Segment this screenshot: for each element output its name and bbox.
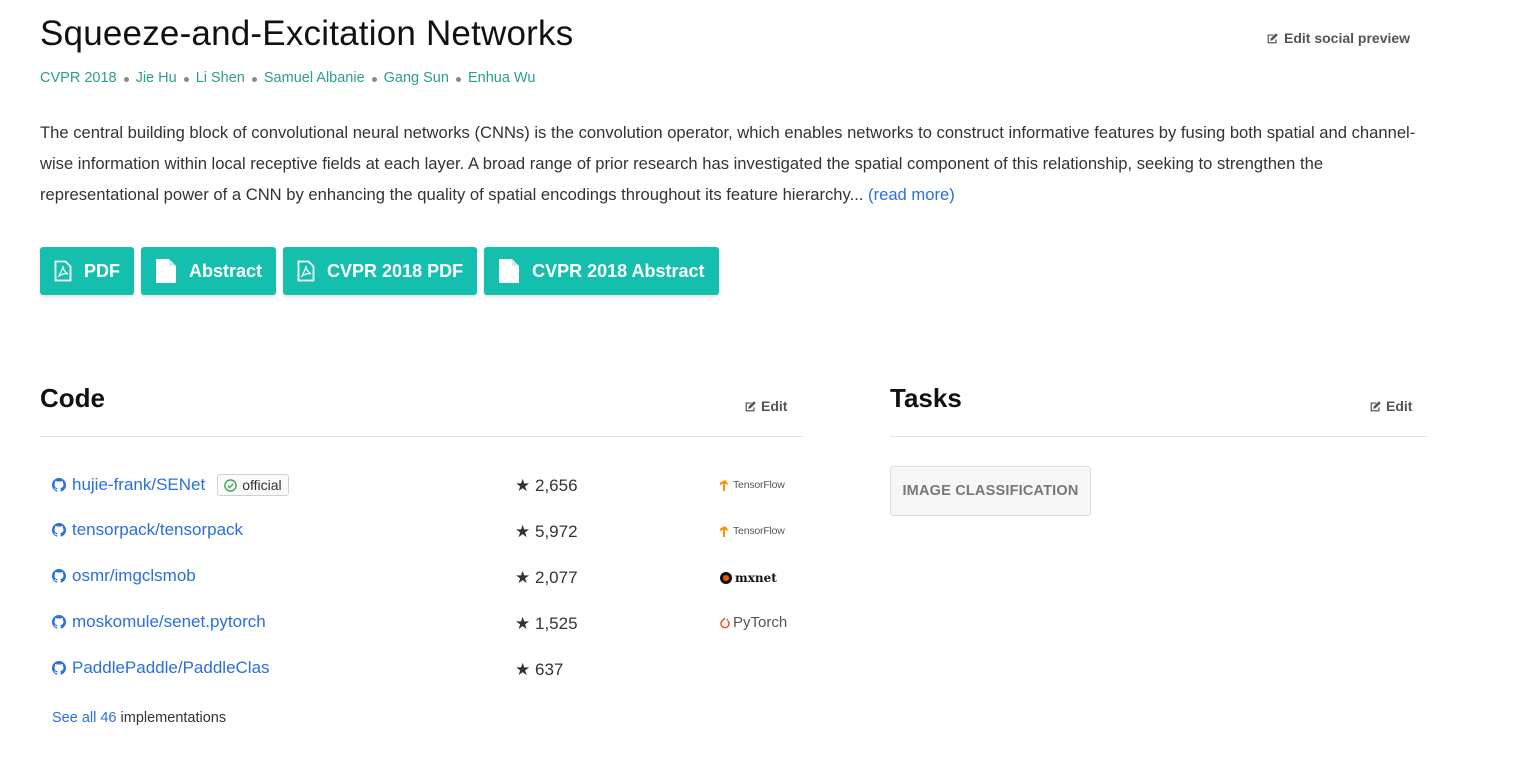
cvpr-abstract-button-label: CVPR 2018 Abstract — [532, 260, 705, 281]
github-icon — [52, 615, 66, 629]
edit-icon — [745, 400, 756, 411]
read-more-link[interactable]: (read more) — [868, 185, 955, 204]
pytorch-icon — [720, 616, 730, 628]
abstract-text: The central building block of convolutio… — [40, 117, 1430, 210]
framework-name: mxnet — [735, 571, 777, 585]
github-icon — [52, 523, 66, 537]
repo-link[interactable]: tensorpack/tensorpack — [52, 520, 243, 540]
repo-name: tensorpack/tensorpack — [72, 520, 244, 539]
star-icon: ★ — [515, 476, 531, 495]
framework-name: PyTorch — [733, 614, 788, 631]
code-implementations-list: hujie-frank/SENet official ★ 2,656 Tenso… — [40, 464, 803, 694]
code-section-title: Code — [40, 383, 105, 413]
framework-logo: TensorFlow — [720, 525, 785, 537]
see-all-suffix: implementations — [116, 710, 227, 726]
tensorflow-icon — [720, 479, 728, 491]
code-row: PaddlePaddle/PaddleClas ★ 637 — [40, 648, 803, 694]
document-icon — [156, 259, 176, 283]
edit-social-preview-button[interactable]: Edit social preview — [1266, 30, 1410, 46]
pdf-icon — [54, 260, 72, 282]
author-link[interactable]: Jie Hu — [136, 70, 177, 86]
tasks-divider — [890, 436, 1427, 437]
repo-link[interactable]: osmr/imgclsmob — [52, 566, 196, 586]
separator-dot — [371, 76, 377, 82]
code-divider — [40, 436, 803, 437]
official-badge: official — [217, 474, 289, 496]
star-count-value: 5,972 — [534, 522, 578, 541]
document-icon — [499, 259, 520, 283]
repo-name: hujie-frank/SENet — [72, 475, 206, 494]
tensorflow-icon — [720, 525, 728, 537]
framework-name: TensorFlow — [733, 525, 785, 537]
repo-link[interactable]: PaddlePaddle/PaddleClas — [52, 658, 270, 678]
repo-name: PaddlePaddle/PaddleClas — [72, 658, 270, 677]
abstract-button-label: Abstract — [189, 260, 263, 281]
abstract-body: The central building block of convolutio… — [40, 123, 1416, 204]
mxnet-icon — [720, 572, 732, 584]
star-count: ★ 5,972 — [515, 522, 578, 542]
star-icon: ★ — [515, 614, 531, 633]
separator-dot — [251, 76, 257, 82]
check-circle-icon — [224, 478, 237, 492]
edit-icon — [1370, 400, 1381, 411]
code-edit-button[interactable]: Edit — [744, 398, 787, 414]
repo-link[interactable]: hujie-frank/SENet official — [52, 474, 289, 496]
star-count: ★ 2,077 — [515, 568, 578, 588]
pdf-icon — [297, 260, 315, 282]
framework-name: TensorFlow — [733, 479, 785, 491]
code-row: tensorpack/tensorpack ★ 5,972 TensorFlow — [40, 510, 803, 556]
repo-link[interactable]: moskomule/senet.pytorch — [52, 612, 266, 632]
author-link[interactable]: Li Shen — [196, 70, 245, 86]
star-count: ★ 2,656 — [515, 476, 578, 496]
abstract-button[interactable]: Abstract — [141, 247, 277, 295]
separator-dot — [123, 76, 129, 82]
repo-name: osmr/imgclsmob — [72, 566, 196, 585]
cvpr-abstract-button[interactable]: CVPR 2018 Abstract — [484, 247, 719, 295]
star-count-value: 637 — [534, 660, 564, 679]
author-link[interactable]: Gang Sun — [384, 70, 449, 86]
code-row: moskomule/senet.pytorch ★ 1,525 PyTorch — [40, 602, 803, 648]
github-icon — [52, 569, 66, 583]
code-row: osmr/imgclsmob ★ 2,077 mxnet — [40, 556, 803, 602]
tasks-edit-label: Edit — [1386, 398, 1413, 414]
star-count: ★ 637 — [515, 660, 563, 680]
page-title: Squeeze-and-Excitation Networks — [40, 14, 574, 53]
star-icon: ★ — [515, 522, 531, 541]
task-chip[interactable]: IMAGE CLASSIFICATION — [890, 466, 1091, 516]
edit-icon — [1267, 32, 1278, 43]
paper-buttons: PDF Abstract CVPR 2018 PDF CVPR 2018 Abs… — [40, 247, 719, 295]
star-count: ★ 1,525 — [515, 614, 578, 634]
code-row: hujie-frank/SENet official ★ 2,656 Tenso… — [40, 464, 803, 510]
star-count-value: 2,077 — [534, 568, 578, 587]
author-link[interactable]: Enhua Wu — [468, 70, 535, 86]
tasks-section-title: Tasks — [890, 383, 962, 413]
see-all-implementations: See all 46 implementations — [52, 710, 226, 726]
framework-logo: TensorFlow — [720, 479, 785, 491]
pdf-button[interactable]: PDF — [40, 247, 134, 295]
code-edit-label: Edit — [761, 398, 788, 414]
conference-link[interactable]: CVPR 2018 — [40, 70, 117, 86]
star-count-value: 2,656 — [534, 476, 578, 495]
star-count-value: 1,525 — [534, 614, 578, 633]
framework-logo: PyTorch — [720, 614, 787, 631]
official-badge-label: official — [242, 477, 282, 493]
framework-logo: mxnet — [720, 571, 777, 585]
star-icon: ★ — [515, 568, 531, 587]
separator-dot — [183, 76, 189, 82]
see-all-link[interactable]: See all 46 — [52, 710, 117, 726]
pdf-button-label: PDF — [84, 260, 120, 281]
repo-name: moskomule/senet.pytorch — [72, 612, 266, 631]
paper-meta: CVPR 2018 Jie Hu Li Shen Samuel Albanie … — [40, 70, 535, 86]
github-icon — [52, 478, 66, 492]
cvpr-pdf-button[interactable]: CVPR 2018 PDF — [283, 247, 478, 295]
tasks-edit-button[interactable]: Edit — [1369, 398, 1412, 414]
author-link[interactable]: Samuel Albanie — [264, 70, 365, 86]
edit-social-preview-label: Edit social preview — [1284, 30, 1411, 46]
separator-dot — [455, 76, 461, 82]
star-icon: ★ — [515, 660, 531, 679]
cvpr-pdf-button-label: CVPR 2018 PDF — [327, 260, 464, 281]
github-icon — [52, 661, 66, 675]
